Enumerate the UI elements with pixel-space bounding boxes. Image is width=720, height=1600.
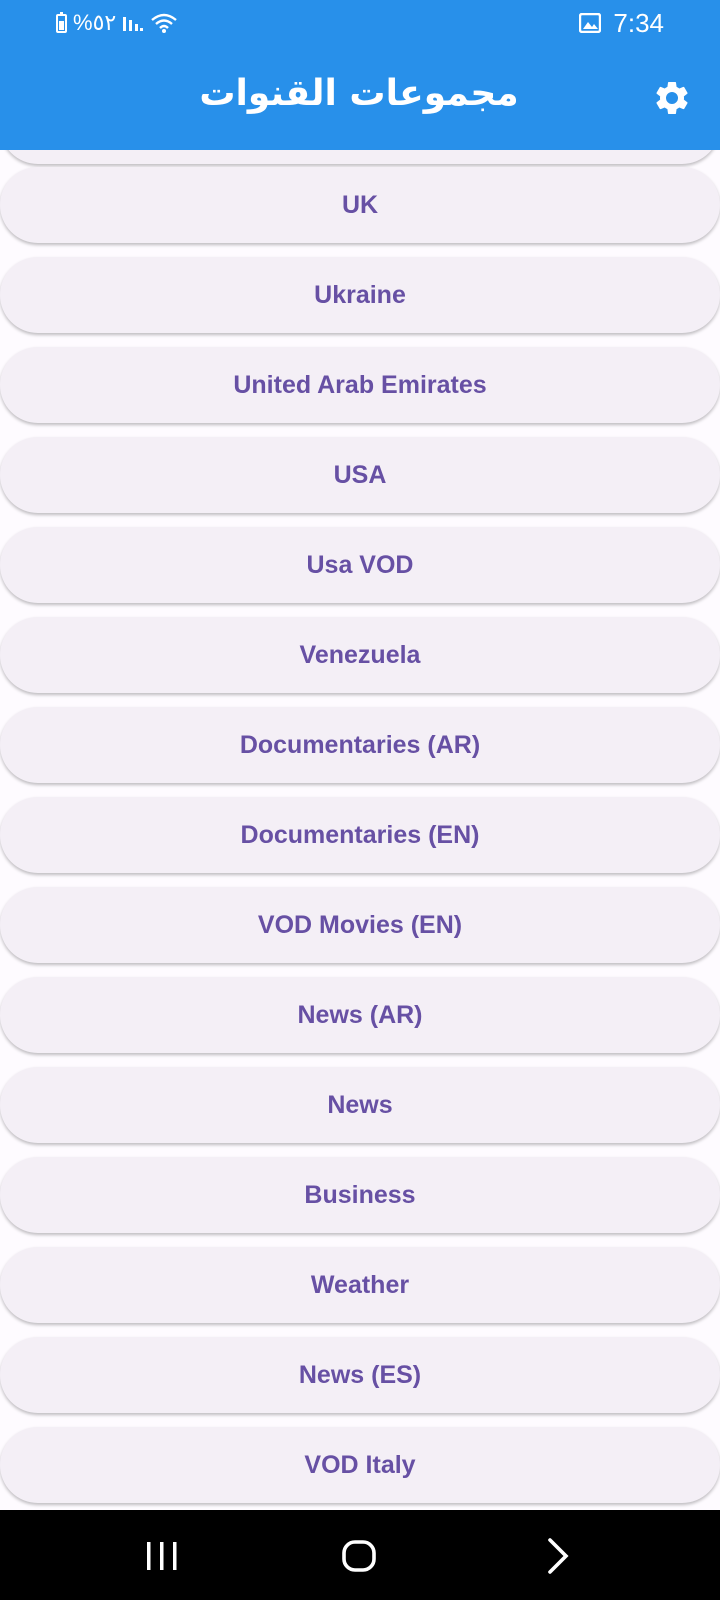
wifi-icon <box>151 13 177 33</box>
chevron-right-icon <box>548 1538 569 1574</box>
group-label: Ukraine <box>314 280 406 309</box>
group-label: VOD Movies (EN) <box>257 910 463 939</box>
group-label: News (AR) <box>297 1000 423 1029</box>
battery-icon <box>56 11 67 33</box>
group-button[interactable]: News (AR) <box>0 977 720 1053</box>
home-button[interactable] <box>338 1534 382 1578</box>
gallery-notification-icon <box>579 13 602 33</box>
group-label: Venezuela <box>299 640 421 669</box>
home-icon <box>342 1540 376 1572</box>
group-button[interactable]: Venezuela <box>0 617 720 693</box>
group-label: Usa VOD <box>306 550 414 579</box>
group-button[interactable]: Documentaries (EN) <box>0 797 720 873</box>
group-button[interactable]: Weather <box>0 1247 720 1323</box>
back-button[interactable] <box>540 1534 584 1578</box>
page-title: مجموعات القنوات <box>199 73 519 114</box>
group-button[interactable]: News <box>0 1067 720 1143</box>
group-label: USA <box>333 460 387 489</box>
channel-groups-list[interactable]: UK Ukraine United Arab Emirates USA Usa … <box>0 150 720 1510</box>
group-button[interactable]: News (ES) <box>0 1337 720 1413</box>
signal-icon <box>123 17 144 31</box>
group-label: Business <box>304 1180 416 1209</box>
navigation-bar <box>0 1510 720 1600</box>
group-label: News <box>327 1090 393 1119</box>
group-button[interactable]: VOD Movies (EN) <box>0 887 720 963</box>
group-button[interactable]: VOD Italy <box>0 1427 720 1503</box>
status-right: 7:34 <box>579 8 664 38</box>
group-button[interactable]: USA <box>0 437 720 513</box>
recent-apps-button[interactable] <box>140 1534 184 1578</box>
status-bar: %٥٢ 7:34 <box>0 0 720 46</box>
clock: 7:34 <box>613 7 664 38</box>
group-label: News (ES) <box>298 1360 422 1389</box>
gear-icon <box>656 81 688 114</box>
group-button[interactable]: United Arab Emirates <box>0 347 720 423</box>
group-label: Documentaries (AR) <box>239 730 481 759</box>
battery-percent: %٥٢ <box>73 10 117 35</box>
settings-button[interactable] <box>652 78 692 118</box>
group-button[interactable]: UK <box>0 167 720 243</box>
group-label: United Arab Emirates <box>233 370 487 399</box>
group-button[interactable]: Ukraine <box>0 257 720 333</box>
group-button[interactable]: Usa VOD <box>0 527 720 603</box>
group-button[interactable]: Business <box>0 1157 720 1233</box>
group-label: UK <box>341 190 379 219</box>
recent-apps-icon <box>147 1542 177 1570</box>
group-label: Documentaries (EN) <box>240 820 480 849</box>
group-label: Weather <box>310 1270 410 1299</box>
app-bar: مجموعات القنوات <box>0 46 720 150</box>
list-item[interactable] <box>0 150 720 164</box>
status-left: %٥٢ <box>56 10 178 36</box>
group-button[interactable]: Documentaries (AR) <box>0 707 720 783</box>
group-label: VOD Italy <box>304 1450 416 1479</box>
